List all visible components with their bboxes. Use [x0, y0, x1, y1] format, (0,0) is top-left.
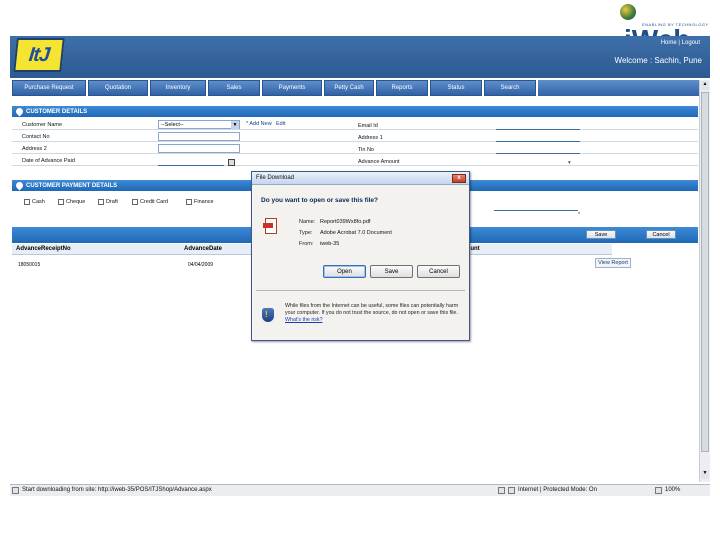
- cell-advance-date: 04/04/2009: [188, 262, 214, 268]
- customer-details-header: CUSTOMER DETAILS: [12, 106, 698, 117]
- open-button[interactable]: Open: [323, 265, 366, 278]
- edit-link[interactable]: Edit: [276, 121, 285, 127]
- itj-logo: ItJ: [13, 38, 65, 72]
- header-links: Home | Logout: [660, 40, 700, 46]
- form-row: [12, 119, 698, 130]
- vertical-scrollbar[interactable]: ▲ ▼: [699, 80, 710, 482]
- cell-receipt-no: 18050015: [18, 262, 41, 268]
- view-report-button[interactable]: View Report: [595, 258, 631, 268]
- add-new-link[interactable]: * Add New: [246, 121, 272, 127]
- status-bar: Start downloading from site: http://iweb…: [10, 484, 710, 496]
- logout-link[interactable]: Logout: [682, 40, 700, 46]
- date-label: Date of Advance Paid: [22, 158, 75, 164]
- nav-tab-inventory[interactable]: Inventory: [150, 80, 206, 96]
- cash-checkbox[interactable]: [24, 199, 30, 205]
- home-link[interactable]: Home: [661, 40, 677, 46]
- payment-field[interactable]: [494, 210, 578, 211]
- nav-filler: [538, 80, 710, 96]
- form-row: [12, 155, 698, 166]
- finance-checkbox[interactable]: [186, 199, 192, 205]
- draft-label: Draft: [106, 199, 118, 205]
- save-button[interactable]: Save: [586, 230, 616, 239]
- file-type: Adobe Acrobat 7.0 Document: [320, 230, 392, 236]
- status-text: Start downloading from site: http://iweb…: [22, 487, 212, 493]
- security-zone[interactable]: Internet | Protected Mode: On: [518, 487, 597, 493]
- app-header: ItJ Home | Logout Welcome : Sachin, Pune: [10, 36, 710, 78]
- nav-tab-sales[interactable]: Sales: [208, 80, 260, 96]
- zoom-level[interactable]: 100%: [665, 487, 680, 493]
- globe-icon: [508, 487, 515, 494]
- cash-label: Cash: [32, 199, 45, 205]
- chevron-down-icon[interactable]: ▾: [568, 160, 571, 166]
- file-name: Report039Wx8fo.pdf: [320, 219, 371, 225]
- nav-tab-reports[interactable]: Reports: [376, 80, 428, 96]
- nav-tab-payments[interactable]: Payments: [262, 80, 322, 96]
- required-marker: *: [578, 212, 581, 218]
- main-nav: Purchase Request Quotation Inventory Sal…: [10, 80, 710, 96]
- scroll-thumb[interactable]: [701, 92, 709, 452]
- dialog-separator: [256, 290, 465, 291]
- close-icon[interactable]: x: [452, 174, 466, 183]
- tin-label: Tin No: [358, 147, 374, 153]
- scroll-down-icon[interactable]: ▼: [701, 470, 709, 479]
- address2-field[interactable]: [158, 144, 240, 153]
- lock-icon: [498, 487, 505, 494]
- contact-no-field[interactable]: [158, 132, 240, 141]
- address-right-label: Address 1: [358, 135, 383, 141]
- pin-icon: [14, 180, 25, 191]
- dialog-save-button[interactable]: Save: [370, 265, 413, 278]
- dialog-question: Do you want to open or save this file?: [261, 197, 379, 204]
- dialog-cancel-button[interactable]: Cancel: [417, 265, 460, 278]
- email-field[interactable]: [496, 129, 580, 130]
- credit-card-checkbox[interactable]: [132, 199, 138, 205]
- customer-name-label: Customer Name: [22, 122, 63, 128]
- chevron-down-icon[interactable]: ▼: [231, 121, 239, 129]
- form-row: [12, 131, 698, 142]
- email-label: Email Id: [358, 123, 378, 129]
- page-icon: [12, 487, 19, 494]
- nav-tab-status[interactable]: Status: [430, 80, 482, 96]
- nav-tab-quotation[interactable]: Quotation: [88, 80, 148, 96]
- nav-tab-purchase-request[interactable]: Purchase Request: [12, 80, 86, 96]
- form-row: [12, 143, 698, 154]
- shield-icon: !: [262, 308, 274, 322]
- advance-amount-label: Advance Amount: [358, 159, 400, 165]
- nav-tab-search[interactable]: Search: [484, 80, 536, 96]
- finance-label: Finance: [194, 199, 214, 205]
- draft-checkbox[interactable]: [98, 199, 104, 205]
- address2-label: Address 2: [22, 146, 47, 152]
- pin-icon: [14, 106, 25, 117]
- welcome-text: Welcome : Sachin, Pune: [614, 56, 702, 65]
- cheque-label: Cheque: [66, 199, 86, 205]
- zoom-icon: [655, 487, 662, 494]
- date-field[interactable]: [158, 165, 224, 166]
- pdf-file-icon: [263, 218, 277, 234]
- risk-link[interactable]: What's the risk?: [285, 317, 323, 323]
- col-advance-date: AdvanceDate: [184, 246, 223, 252]
- file-download-dialog: File Download x Do you want to open or s…: [251, 171, 470, 341]
- dialog-title: File Download: [252, 172, 469, 185]
- credit-card-label: Credit Card: [140, 199, 169, 205]
- nav-tab-petty-cash[interactable]: Petty Cash: [324, 80, 374, 96]
- scroll-up-icon[interactable]: ▲: [701, 81, 709, 90]
- file-source: iweb-35: [320, 241, 340, 247]
- tin-field[interactable]: [496, 153, 580, 154]
- security-warning: While files from the Internet can be use…: [285, 303, 459, 323]
- calendar-icon[interactable]: [228, 159, 235, 166]
- contact-no-label: Contact No: [22, 134, 50, 140]
- cancel-button[interactable]: Cancel: [646, 230, 676, 239]
- col-receipt-no: AdvanceReceiptNo: [16, 246, 71, 252]
- address-right-field[interactable]: [496, 141, 580, 142]
- globe-icon: [620, 4, 636, 20]
- customer-name-select[interactable]: --Select-- ▼: [158, 120, 240, 129]
- cheque-checkbox[interactable]: [58, 199, 64, 205]
